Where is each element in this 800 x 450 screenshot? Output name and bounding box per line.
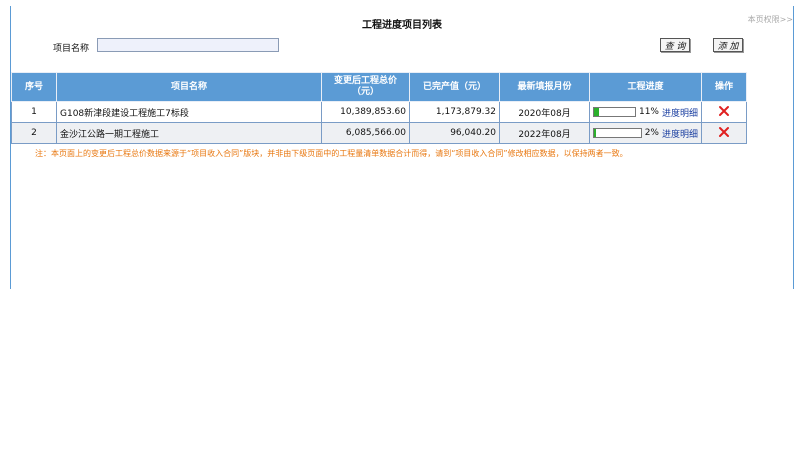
data-source-note: 注：本页面上的变更后工程总价数据来源于“项目收入合同”版块，并非由下级页面中的工… <box>35 149 628 158</box>
column-header-progress: 工程进度 <box>589 72 702 102</box>
row-action-cell <box>701 122 747 144</box>
row-action-cell <box>701 101 747 123</box>
add-button[interactable]: 添 加 <box>713 38 743 52</box>
project-table: 序号 项目名称 变更后工程总价（元） 已完产值（元） 最新填报月份 工程进度 操… <box>11 72 747 144</box>
row-progress-cell: 11% 进度明细 <box>589 101 702 123</box>
column-header-month: 最新填报月份 <box>499 72 590 102</box>
project-name-input[interactable] <box>97 38 279 52</box>
delete-icon[interactable] <box>718 105 730 117</box>
column-header-name: 项目名称 <box>56 72 322 102</box>
column-header-index: 序号 <box>11 72 57 102</box>
row-month: 2022年08月 <box>499 122 590 144</box>
progress-bar-fill <box>594 129 596 137</box>
delete-icon[interactable] <box>718 126 730 138</box>
progress-detail-link[interactable]: 进度明细 <box>662 106 698 119</box>
row-index: 2 <box>11 122 57 144</box>
row-project-name: 金沙江公路一期工程施工 <box>56 122 322 144</box>
row-month: 2020年08月 <box>499 101 590 123</box>
page-title: 工程进度项目列表 <box>362 20 442 31</box>
table-row: 1 G108新津段建设工程施工7标段 10,389,853.60 1,173,8… <box>11 101 747 123</box>
progress-bar <box>593 128 642 138</box>
column-header-completed-value: 已完产值（元） <box>409 72 500 102</box>
table-row: 2 金沙江公路一期工程施工 6,085,566.00 96,040.20 202… <box>11 122 747 144</box>
column-header-total-price: 变更后工程总价（元） <box>321 72 410 102</box>
row-total-price: 6,085,566.00 <box>321 122 410 144</box>
column-header-action: 操作 <box>701 72 747 102</box>
search-label: 项目名称 <box>53 44 90 54</box>
permission-link[interactable]: 本页权限>> <box>748 14 793 25</box>
row-total-price: 10,389,853.60 <box>321 101 410 123</box>
query-button[interactable]: 查 询 <box>660 38 690 52</box>
row-progress-cell: 2% 进度明细 <box>589 122 702 144</box>
progress-percent: 11% <box>638 107 659 117</box>
row-index: 1 <box>11 101 57 123</box>
progress-bar-fill <box>594 108 599 116</box>
progress-percent: 2% <box>644 128 659 138</box>
table-header-row: 序号 项目名称 变更后工程总价（元） 已完产值（元） 最新填报月份 工程进度 操… <box>11 72 747 102</box>
content-frame: 工程进度项目列表 本页权限>> 项目名称 查 询 添 加 序号 项目名称 变更后… <box>10 6 794 289</box>
row-completed-value: 1,173,879.32 <box>409 101 500 123</box>
row-project-name: G108新津段建设工程施工7标段 <box>56 101 322 123</box>
progress-detail-link[interactable]: 进度明细 <box>662 127 698 140</box>
row-completed-value: 96,040.20 <box>409 122 500 144</box>
progress-bar <box>593 107 636 117</box>
